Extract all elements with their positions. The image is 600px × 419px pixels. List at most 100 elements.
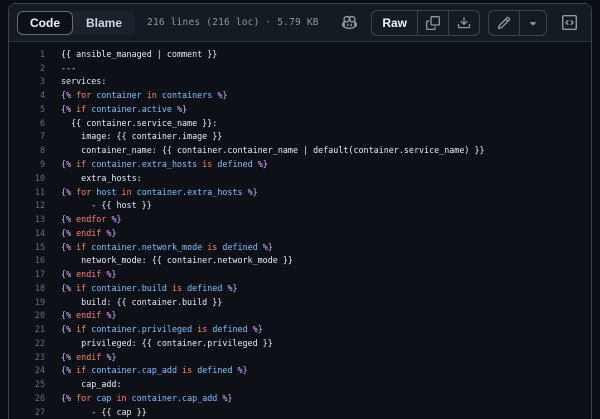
line-number[interactable]: 25 (9, 379, 45, 389)
code-line: 25 cap_add: (9, 377, 591, 391)
code-line: 13{% endfor %} (9, 212, 591, 226)
line-content: {% endfor %} (45, 214, 122, 224)
line-content: {% if container.network_mode is defined … (45, 242, 273, 252)
code-line: 6 {{ container.service_name }}: (9, 116, 591, 130)
code-line: 12 - {{ host }} (9, 198, 591, 212)
line-content: {% endif %} (45, 269, 117, 279)
code-square-icon (562, 15, 577, 30)
line-number[interactable]: 7 (9, 131, 45, 141)
code-line: 18{% if container.build is defined %} (9, 281, 591, 295)
line-number[interactable]: 23 (9, 352, 45, 362)
code-line: 4{% for container in containers %} (9, 88, 591, 102)
code-line: 2--- (9, 61, 591, 75)
line-content: container_name: {{ container.container_n… (45, 145, 485, 155)
line-content: {% endif %} (45, 352, 117, 362)
line-number[interactable]: 14 (9, 228, 45, 238)
line-content: {% for container in containers %} (45, 90, 227, 100)
file-toolbar: Code Blame 216 lines (216 loc) · 5.79 KB… (9, 4, 591, 42)
code-line: 1{{ ansible_managed | comment }} (9, 47, 591, 61)
line-number[interactable]: 15 (9, 242, 45, 252)
line-content: {% endif %} (45, 310, 117, 320)
line-content: image: {{ container.image }} (45, 131, 222, 141)
code-blame-switcher: Code Blame (17, 11, 135, 35)
line-content: extra_hosts: (45, 173, 142, 183)
line-number[interactable]: 8 (9, 145, 45, 155)
code-line: 23{% endif %} (9, 350, 591, 364)
code-line: 7 image: {{ container.image }} (9, 130, 591, 144)
edit-group (488, 10, 547, 36)
code-line: 3services: (9, 75, 591, 89)
code-view: 1{{ ansible_managed | comment }}2---3ser… (9, 42, 591, 419)
line-number[interactable]: 19 (9, 297, 45, 307)
line-content: cap_add: (45, 379, 122, 389)
code-line: 8 container_name: {{ container.container… (9, 143, 591, 157)
line-number[interactable]: 12 (9, 200, 45, 210)
line-number[interactable]: 2 (9, 63, 45, 73)
line-number[interactable]: 6 (9, 118, 45, 128)
symbols-button[interactable] (555, 10, 583, 36)
code-line: 15{% if container.network_mode is define… (9, 240, 591, 254)
line-number[interactable]: 10 (9, 173, 45, 183)
code-line: 22 privileged: {{ container.privileged }… (9, 336, 591, 350)
code-line: 27 - {{ cap }} (9, 405, 591, 419)
copilot-icon (342, 15, 357, 30)
line-number[interactable]: 24 (9, 365, 45, 375)
file-info: 216 lines (216 loc) · 5.79 KB (147, 17, 319, 28)
copilot-button[interactable] (335, 10, 363, 36)
line-content: {{ container.service_name }}: (45, 118, 217, 128)
line-number[interactable]: 21 (9, 324, 45, 334)
line-content: {% for cap in container.cap_add %} (45, 393, 232, 403)
line-number[interactable]: 22 (9, 338, 45, 348)
code-line: 21{% if container.privileged is defined … (9, 322, 591, 336)
code-line: 10 extra_hosts: (9, 171, 591, 185)
line-number[interactable]: 17 (9, 269, 45, 279)
code-line: 16 network_mode: {{ container.network_mo… (9, 253, 591, 267)
line-number[interactable]: 18 (9, 283, 45, 293)
toolbar-left: Code Blame 216 lines (216 loc) · 5.79 KB (17, 11, 319, 35)
line-content: {% for host in container.extra_hosts %} (45, 187, 258, 197)
line-number[interactable]: 9 (9, 159, 45, 169)
line-content: - {{ cap }} (45, 407, 147, 417)
code-line: 17{% endif %} (9, 267, 591, 281)
download-icon (457, 16, 471, 30)
line-content: {% if container.build is defined %} (45, 283, 238, 293)
line-content: build: {{ container.build }} (45, 297, 222, 307)
pencil-icon (497, 16, 511, 30)
toolbar-right: Raw (335, 10, 583, 36)
file-view-panel: Code Blame 216 lines (216 loc) · 5.79 KB… (8, 3, 592, 419)
line-number[interactable]: 13 (9, 214, 45, 224)
edit-button[interactable] (489, 11, 519, 35)
edit-dropdown-button[interactable] (519, 11, 546, 35)
line-number[interactable]: 11 (9, 187, 45, 197)
triangle-down-icon (526, 16, 540, 30)
raw-actions-group: Raw (371, 10, 480, 36)
line-number[interactable]: 27 (9, 407, 45, 417)
line-content: services: (45, 76, 106, 86)
raw-button[interactable]: Raw (372, 11, 417, 35)
tab-code[interactable]: Code (17, 11, 73, 35)
line-number[interactable]: 5 (9, 104, 45, 114)
download-button[interactable] (448, 11, 479, 35)
line-content: network_mode: {{ container.network_mode … (45, 255, 293, 265)
code-line: 14{% endif %} (9, 226, 591, 240)
line-number[interactable]: 1 (9, 49, 45, 59)
tab-blame[interactable]: Blame (73, 11, 135, 35)
line-number[interactable]: 20 (9, 310, 45, 320)
line-content: {{ ansible_managed | comment }} (45, 49, 217, 59)
line-number[interactable]: 3 (9, 76, 45, 86)
line-number[interactable]: 26 (9, 393, 45, 403)
line-number[interactable]: 16 (9, 255, 45, 265)
line-content: --- (45, 63, 76, 73)
line-content: {% endif %} (45, 228, 117, 238)
line-content: {% if container.privileged is defined %} (45, 324, 263, 334)
line-content: {% if container.extra_hosts is defined %… (45, 159, 268, 169)
line-content: {% if container.active %} (45, 104, 187, 114)
line-content: privileged: {{ container.privileged }} (45, 338, 273, 348)
code-line: 24{% if container.cap_add is defined %} (9, 364, 591, 378)
code-line: 11{% for host in container.extra_hosts %… (9, 185, 591, 199)
copy-button[interactable] (417, 11, 448, 35)
code-line: 20{% endif %} (9, 309, 591, 323)
copy-icon (426, 16, 440, 30)
page-background: Code Blame 216 lines (216 loc) · 5.79 KB… (0, 0, 600, 419)
line-number[interactable]: 4 (9, 90, 45, 100)
